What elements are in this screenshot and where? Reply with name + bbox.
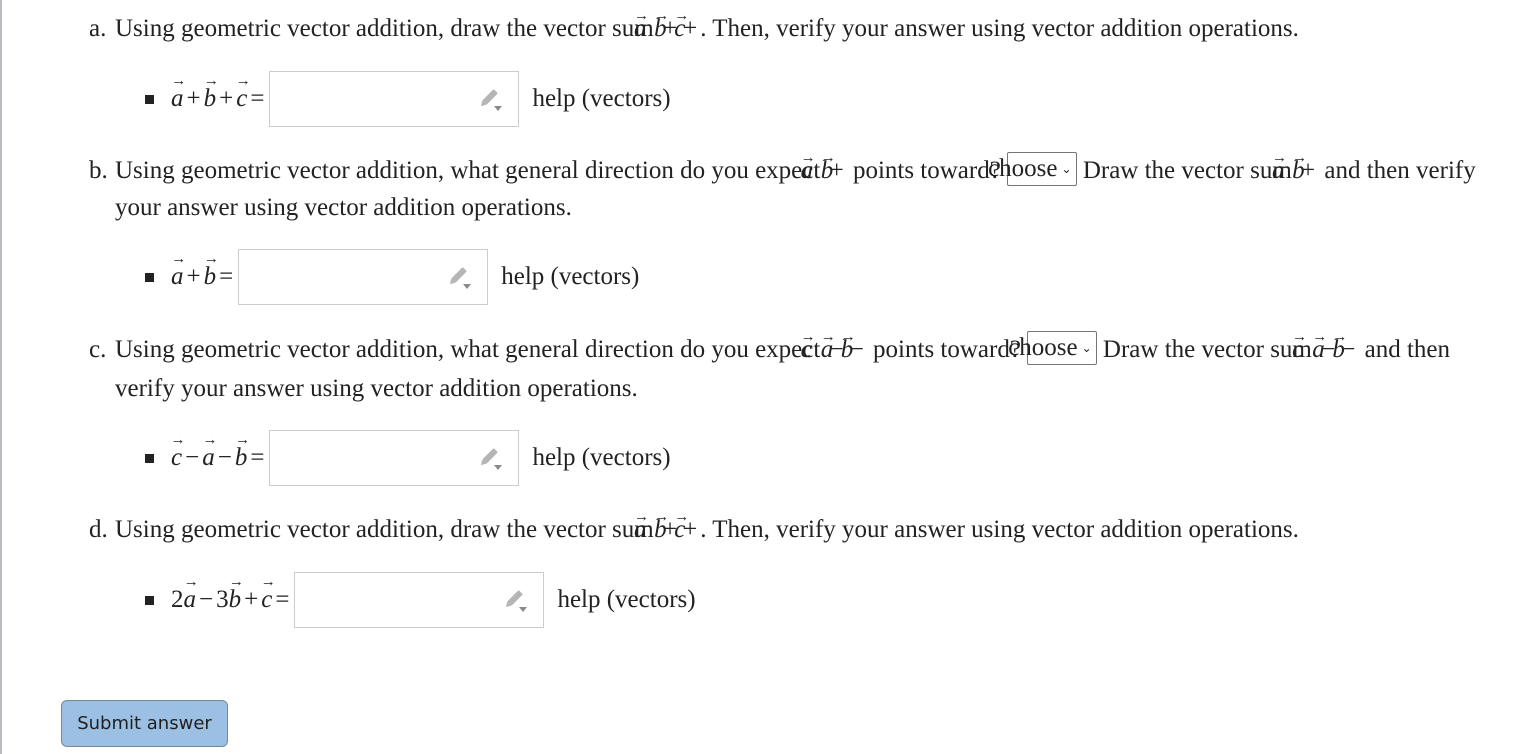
question-part-d: d. Using geometric vector addition, draw … <box>89 511 1499 548</box>
question-part-b: b. Using geometric vector addition, what … <box>89 152 1499 226</box>
prompt-text: . Then, verify your answer using vector … <box>700 15 1299 42</box>
help-vectors-link[interactable]: help (vectors) <box>532 85 670 113</box>
equals-sign: = <box>219 263 234 290</box>
math-expression: c −a −b <box>1292 336 1358 363</box>
direction-select-b[interactable]: choose ⌄ <box>988 152 1077 187</box>
prompt-text: Using geometric vector addition, draw th… <box>115 15 654 42</box>
question-text: a. Using geometric vector addition, draw … <box>89 10 1499 47</box>
part-label: b. <box>89 157 108 184</box>
answer-expression: a+b+c= <box>171 85 267 113</box>
part-label: d. <box>89 516 108 543</box>
vector-a: a <box>184 586 197 614</box>
pencil-dropdown-icon[interactable] <box>503 590 529 614</box>
submit-label: Submit answer <box>77 713 212 734</box>
answer-row-b: a+b= help (vectors) <box>145 249 639 305</box>
prompt-text: Draw the vector sum <box>1082 157 1292 184</box>
operator: + <box>186 85 201 112</box>
part-label: a. <box>89 15 107 42</box>
vector-a: a <box>171 85 184 113</box>
help-vectors-link[interactable]: help (vectors) <box>532 444 670 472</box>
math-expression: a +b +c <box>634 15 700 42</box>
bullet <box>145 94 154 104</box>
answer-input-box <box>238 249 489 305</box>
coefficient: 3 <box>216 586 229 613</box>
vector-c: c <box>261 586 272 614</box>
vector-a: a <box>202 444 215 472</box>
prompt-text: points toward? <box>873 336 1021 363</box>
answer-input-box <box>269 71 520 127</box>
select-value: choose <box>1008 334 1078 362</box>
question-part-a: a. Using geometric vector addition, draw … <box>89 10 1499 47</box>
math-expression: a +b <box>1272 157 1318 184</box>
prompt-text: Using geometric vector addition, what ge… <box>115 336 821 363</box>
direction-select-c[interactable]: choose ⌄ <box>1008 331 1097 366</box>
answer-row-d: 2a−3b+c= help (vectors) <box>145 572 696 628</box>
operator: − <box>199 586 214 613</box>
bullet <box>145 272 154 282</box>
help-vectors-link[interactable]: help (vectors) <box>557 586 695 614</box>
chevron-down-icon: ⌄ <box>1061 161 1072 176</box>
answer-input-box <box>294 572 545 628</box>
bullet <box>145 595 154 605</box>
help-vectors-link[interactable]: help (vectors) <box>501 263 639 291</box>
answer-expression: c−a−b= <box>171 444 267 472</box>
pencil-dropdown-icon[interactable] <box>478 89 504 113</box>
math-expression: a +b <box>801 157 847 184</box>
prompt-text: Using geometric vector addition, what ge… <box>115 157 821 184</box>
vector-c: c <box>171 444 182 472</box>
bullet <box>145 453 154 463</box>
coefficient: 2 <box>171 586 184 613</box>
answer-row-c: c−a−b= help (vectors) <box>145 430 671 486</box>
part-label: c. <box>89 336 107 363</box>
vector-a: a <box>171 263 184 291</box>
select-value: choose <box>988 155 1058 183</box>
vector-b: b <box>204 85 217 113</box>
question-text: b. Using geometric vector addition, what … <box>89 152 1499 226</box>
question-text: d. Using geometric vector addition, draw … <box>89 511 1499 548</box>
operator: + <box>219 85 234 112</box>
page-left-border <box>0 0 2 754</box>
answer-row-a: a+b+c= help (vectors) <box>145 71 671 127</box>
math-expression: a +b +c <box>634 516 700 543</box>
question-part-c: c. Using geometric vector addition, what … <box>89 330 1499 408</box>
math-expression: c −a −b <box>801 336 867 363</box>
operator: + <box>186 263 201 290</box>
answer-expression: 2a−3b+c= <box>171 586 292 614</box>
prompt-text: . Then, verify your answer using vector … <box>700 516 1299 543</box>
answer-input-box <box>269 430 520 486</box>
prompt-text: points toward? <box>852 157 1001 184</box>
vector-c: c <box>236 85 247 113</box>
vector-b: b <box>229 586 242 614</box>
operator: − <box>217 444 232 471</box>
prompt-text: Draw the vector sum <box>1102 336 1312 363</box>
answer-expression: a+b= <box>171 263 236 291</box>
question-text: c. Using geometric vector addition, what … <box>89 330 1499 408</box>
equals-sign: = <box>250 444 265 471</box>
pencil-dropdown-icon[interactable] <box>447 267 473 291</box>
pencil-dropdown-icon[interactable] <box>478 448 504 472</box>
chevron-down-icon: ⌄ <box>1081 340 1092 355</box>
vector-b: b <box>235 444 248 472</box>
submit-answer-button[interactable]: Submit answer <box>61 700 228 747</box>
vector-b: b <box>204 263 217 291</box>
operator: + <box>244 586 259 613</box>
prompt-text: Using geometric vector addition, draw th… <box>115 516 654 543</box>
